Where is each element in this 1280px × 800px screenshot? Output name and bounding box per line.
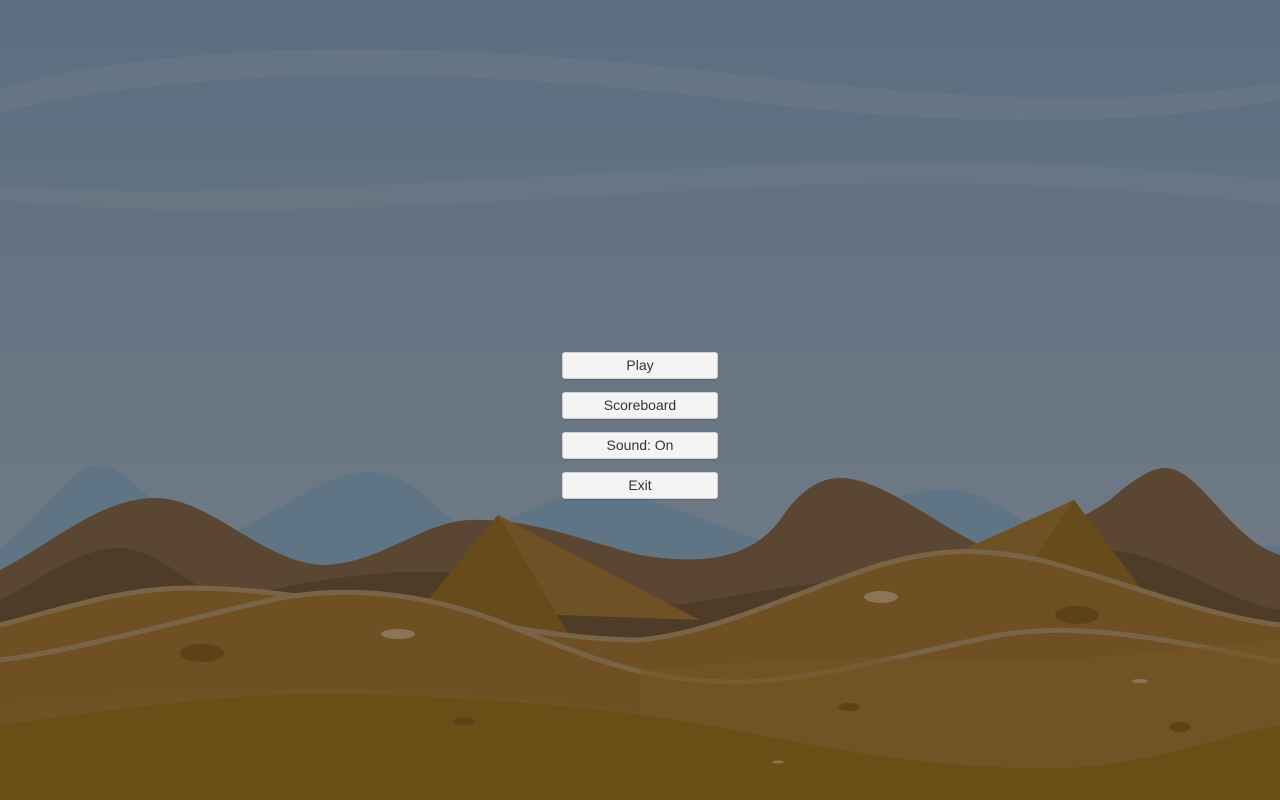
- sand-hole: [1169, 722, 1191, 732]
- play-button[interactable]: Play: [562, 352, 718, 379]
- sound-toggle-button[interactable]: Sound: On: [562, 432, 718, 459]
- main-menu-screen: Play Scoreboard Sound: On Exit: [0, 0, 1280, 800]
- sand-pebble: [864, 591, 898, 603]
- sand-hole: [453, 717, 475, 725]
- scoreboard-button[interactable]: Scoreboard: [562, 392, 718, 419]
- main-menu: Play Scoreboard Sound: On Exit: [562, 352, 718, 499]
- sand-hole: [180, 644, 224, 662]
- sand-hole: [1055, 606, 1099, 624]
- sand-pebble: [1132, 679, 1148, 683]
- sand-hole: [838, 703, 860, 711]
- sand-pebble: [772, 760, 784, 764]
- exit-button[interactable]: Exit: [562, 472, 718, 499]
- sand-pebble: [381, 629, 415, 639]
